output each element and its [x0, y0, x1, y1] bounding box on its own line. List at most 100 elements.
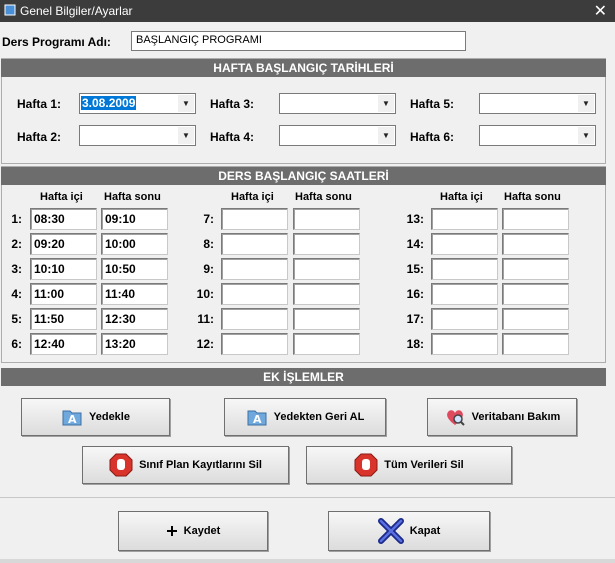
lesson-7-label: 7:: [203, 212, 214, 226]
save-button[interactable]: Kaydet: [118, 511, 268, 551]
week4-label: Hafta 4:: [210, 130, 255, 144]
lesson-8-weekend-input[interactable]: [293, 233, 360, 255]
lesson-4-weekday-input[interactable]: 11:00: [30, 283, 97, 305]
status-strip: [0, 559, 615, 563]
svg-text:A: A: [253, 413, 262, 426]
lesson-10-weekend-input[interactable]: [293, 283, 360, 305]
week1-label: Hafta 1:: [17, 97, 62, 111]
stop-hand-icon: [354, 453, 378, 477]
lesson-5-weekday-input[interactable]: 11:50: [30, 308, 97, 330]
lesson-6-weekend-input[interactable]: 13:20: [101, 333, 168, 355]
lesson-18-weekend-input[interactable]: [502, 333, 569, 355]
heart-magnifier-icon: [446, 410, 465, 426]
delete-all-label: Tüm Verileri Sil: [384, 459, 464, 471]
delete-all-button[interactable]: Tüm Verileri Sil: [306, 446, 512, 484]
lesson-7-weekday-input[interactable]: [221, 208, 288, 230]
lesson-2-label: 2:: [11, 237, 22, 251]
restore-button[interactable]: A Yedekten Geri AL: [224, 398, 386, 436]
col-weekend-2: Hafta sonu: [295, 191, 352, 203]
lesson-14-label: 14:: [406, 237, 424, 251]
col-weekday-3: Hafta içi: [440, 191, 483, 203]
db-maintenance-button[interactable]: Veritabanı Bakım: [427, 398, 577, 436]
week6-label: Hafta 6:: [410, 130, 455, 144]
lesson-17-label: 17:: [406, 312, 424, 326]
save-label: Kaydet: [183, 525, 221, 537]
week3-date-select[interactable]: ▼: [279, 93, 396, 114]
lesson-18-label: 18:: [406, 337, 424, 351]
week3-label: Hafta 3:: [210, 97, 255, 111]
delete-class-plans-button[interactable]: Sınıf Plan Kayıtlarını Sil: [82, 446, 289, 484]
lesson-12-weekend-input[interactable]: [293, 333, 360, 355]
lesson-6-weekday-input[interactable]: 12:40: [30, 333, 97, 355]
lesson-9-weekend-input[interactable]: [293, 258, 360, 280]
lesson-3-weekend-input[interactable]: 10:50: [101, 258, 168, 280]
lesson-2-weekend-input[interactable]: 10:00: [101, 233, 168, 255]
lesson-12-weekday-input[interactable]: [221, 333, 288, 355]
lesson-4-label: 4:: [11, 287, 22, 301]
lesson-15-weekday-input[interactable]: [431, 258, 498, 280]
lesson-2-weekday-input[interactable]: 09:20: [30, 233, 97, 255]
footer-separator: [0, 497, 615, 498]
week1-date-select[interactable]: 3.08.2009 ▼: [79, 93, 196, 114]
lesson-5-weekend-input[interactable]: 12:30: [101, 308, 168, 330]
lesson-9-label: 9:: [203, 262, 214, 276]
folder-a-icon: A: [62, 410, 82, 426]
lesson-18-weekday-input[interactable]: [431, 333, 498, 355]
week6-date-select[interactable]: ▼: [479, 125, 596, 146]
lesson-10-label: 10:: [196, 287, 214, 301]
chevron-down-icon[interactable]: ▼: [178, 95, 194, 112]
lesson-7-weekend-input[interactable]: [293, 208, 360, 230]
lesson-13-weekday-input[interactable]: [431, 208, 498, 230]
col-weekend-1: Hafta sonu: [104, 191, 161, 203]
lesson-16-weekend-input[interactable]: [502, 283, 569, 305]
week1-date-value: 3.08.2009: [81, 96, 137, 110]
folder-a-icon: A: [247, 410, 267, 426]
chevron-down-icon[interactable]: ▼: [378, 127, 394, 144]
x-mark-icon: [377, 518, 404, 544]
plus-icon: [166, 526, 177, 536]
backup-button[interactable]: A Yedekle: [21, 398, 170, 436]
lesson-5-label: 5:: [11, 312, 22, 326]
lesson-17-weekend-input[interactable]: [502, 308, 569, 330]
chevron-down-icon[interactable]: ▼: [178, 127, 194, 144]
lesson-11-weekday-input[interactable]: [221, 308, 288, 330]
title-bar: Genel Bilgiler/Ayarlar ✕: [0, 0, 615, 22]
close-window-button[interactable]: ✕: [594, 1, 607, 21]
lesson-14-weekday-input[interactable]: [431, 233, 498, 255]
lesson-16-weekday-input[interactable]: [431, 283, 498, 305]
program-name-label: Ders Programı Adı:: [2, 35, 111, 49]
lesson-15-weekend-input[interactable]: [502, 258, 569, 280]
lesson-3-weekday-input[interactable]: 10:10: [30, 258, 97, 280]
svg-text:A: A: [68, 413, 77, 426]
close-label: Kapat: [409, 525, 441, 537]
lesson-1-weekday-input[interactable]: 08:30: [30, 208, 97, 230]
chevron-down-icon[interactable]: ▼: [578, 127, 594, 144]
lesson-1-weekend-input[interactable]: 09:10: [101, 208, 168, 230]
col-weekday-1: Hafta içi: [40, 191, 83, 203]
week5-date-select[interactable]: ▼: [479, 93, 596, 114]
lesson-12-label: 12:: [196, 337, 214, 351]
chevron-down-icon[interactable]: ▼: [578, 95, 594, 112]
lesson-9-weekday-input[interactable]: [221, 258, 288, 280]
lesson-13-weekend-input[interactable]: [502, 208, 569, 230]
lesson-17-weekday-input[interactable]: [431, 308, 498, 330]
lesson-14-weekend-input[interactable]: [502, 233, 569, 255]
chevron-down-icon[interactable]: ▼: [378, 95, 394, 112]
lesson-11-weekend-input[interactable]: [293, 308, 360, 330]
stop-hand-icon: [109, 453, 133, 477]
app-icon: [4, 4, 16, 16]
lesson-10-weekday-input[interactable]: [221, 283, 288, 305]
week2-date-select[interactable]: ▼: [79, 125, 196, 146]
lesson-8-weekday-input[interactable]: [221, 233, 288, 255]
restore-label: Yedekten Geri AL: [273, 411, 365, 423]
program-name-input[interactable]: BAŞLANGIÇ PROGRAMI: [131, 31, 466, 51]
lesson-15-label: 15:: [406, 262, 424, 276]
lesson-16-label: 16:: [406, 287, 424, 301]
db-maintenance-label: Veritabanı Bakım: [471, 411, 561, 423]
week4-date-select[interactable]: ▼: [279, 125, 396, 146]
backup-label: Yedekle: [89, 411, 130, 423]
lesson-4-weekend-input[interactable]: 11:40: [101, 283, 168, 305]
week5-label: Hafta 5:: [410, 97, 455, 111]
col-weekday-2: Hafta içi: [231, 191, 274, 203]
close-button[interactable]: Kapat: [328, 511, 490, 551]
